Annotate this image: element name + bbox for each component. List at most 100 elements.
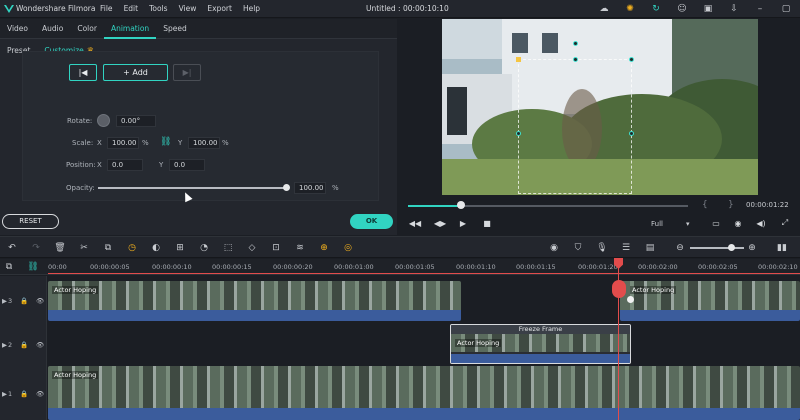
menu-file[interactable]: File (100, 4, 113, 13)
duration-icon[interactable]: ◔ (198, 242, 210, 254)
title-bar: Wondershare Filmora File Edit Tools View… (0, 0, 800, 18)
mark-out-icon[interactable]: } (728, 200, 734, 210)
sync-icon[interactable]: ↻ (650, 3, 662, 15)
track-video-icon: ▶ (2, 297, 7, 305)
clip-label: Actor Hoping (52, 286, 99, 294)
link-icon[interactable]: ⛓ (160, 137, 171, 147)
split-screen-icon[interactable]: ⊕ (318, 242, 330, 254)
chevron-down-icon[interactable]: ▾ (686, 220, 690, 228)
transform-handle-right[interactable] (629, 131, 634, 136)
track-number: 2 (8, 341, 13, 349)
account-icon[interactable]: ☺ (676, 3, 688, 15)
menu-view[interactable]: View (179, 4, 197, 13)
transform-handle-top[interactable] (573, 57, 578, 62)
mask-icon[interactable]: ⊡ (270, 242, 282, 254)
transform-handle-top-right[interactable] (629, 57, 634, 62)
crop-icon[interactable]: ⧉ (102, 242, 114, 254)
audio-wave-icon[interactable]: ≋ (294, 242, 306, 254)
rotate-input[interactable]: 0.00° (116, 115, 156, 127)
download-icon[interactable]: ⇩ (728, 3, 740, 15)
lock-icon[interactable]: 🔒 (20, 297, 28, 305)
video-clip-track3-a[interactable]: Actor Hoping (48, 281, 461, 321)
delete-icon[interactable]: 🗑 (54, 242, 66, 254)
transform-handle-top-left[interactable] (516, 57, 521, 62)
eye-icon[interactable]: 👁 (36, 341, 44, 349)
menu-tools[interactable]: Tools (149, 4, 167, 13)
subtitle-icon[interactable]: ▤ (644, 242, 656, 254)
tab-video[interactable]: Video (0, 19, 35, 39)
split-marker-icon[interactable] (612, 280, 626, 298)
opacity-label: Opacity: (66, 184, 95, 192)
menu-edit[interactable]: Edit (124, 4, 139, 13)
ruler-label: 00:00:02:05 (698, 263, 738, 271)
opacity-input[interactable]: 100.00 (294, 182, 326, 194)
tab-color[interactable]: Color (70, 19, 104, 39)
lock-icon[interactable]: 🔒 (20, 390, 28, 398)
freeze-frame-clip[interactable]: Freeze Frame Actor Hoping (450, 324, 631, 364)
opacity-slider-thumb[interactable] (283, 184, 290, 191)
zoom-slider-track[interactable] (690, 247, 744, 249)
opacity-slider-track[interactable] (98, 187, 286, 189)
menu-export[interactable]: Export (207, 4, 232, 13)
menu-help[interactable]: Help (243, 4, 260, 13)
bulb-icon[interactable]: ✺ (624, 3, 636, 15)
ok-button[interactable]: OK (350, 214, 393, 229)
transform-bounding-box[interactable] (518, 59, 632, 194)
mic-icon[interactable]: 🎙 (596, 242, 608, 254)
cloud-icon[interactable]: ☁ (598, 3, 610, 15)
step-back-icon[interactable]: ◀◀ (409, 218, 421, 228)
play-reverse-icon[interactable]: ◀▶ (434, 218, 446, 228)
monitor-icon[interactable]: ▭ (711, 218, 721, 228)
redo-icon[interactable]: ↷ (30, 242, 42, 254)
rotate-knob[interactable] (97, 114, 110, 127)
zoom-in-icon[interactable]: ⊕ (746, 242, 758, 254)
zoom-select[interactable]: Full (651, 220, 663, 228)
voiceover-list-icon[interactable]: ☰ (620, 242, 632, 254)
cut-icon[interactable]: ✂ (78, 242, 90, 254)
ruler-label: 00:00:01:10 (456, 263, 496, 271)
eye-icon[interactable]: 👁 (36, 390, 44, 398)
position-y-input[interactable]: 0.0 (169, 159, 205, 171)
next-keyframe-button[interactable]: ▶| (173, 64, 201, 81)
rotate-handle[interactable] (573, 41, 578, 46)
undo-icon[interactable]: ↶ (6, 242, 18, 254)
tab-animation[interactable]: Animation (103, 19, 157, 39)
eye-icon[interactable]: 👁 (36, 297, 44, 305)
panel-toggle-icon[interactable]: ▮▮ (776, 242, 788, 254)
zoom-out-icon[interactable]: ⊖ (674, 242, 686, 254)
transform-handle-left[interactable] (516, 131, 521, 136)
video-clip-track1[interactable]: Actor Hoping (48, 366, 800, 420)
playback-progress-thumb[interactable] (457, 201, 465, 209)
color-icon[interactable]: ◐ (150, 242, 162, 254)
snap-link-icon[interactable]: ⛓ (27, 261, 39, 273)
lock-icon[interactable]: 🔒 (20, 341, 28, 349)
speed-icon[interactable]: ◷ (126, 242, 138, 254)
ai-icon[interactable]: ◎ (342, 242, 354, 254)
scale-x-input[interactable]: 100.00 (107, 137, 139, 149)
save-icon[interactable]: ▣ (702, 3, 714, 15)
minimize-icon[interactable]: – (754, 3, 766, 15)
play-icon[interactable]: ▶ (458, 218, 468, 228)
volume-icon[interactable]: ◀) (756, 218, 766, 228)
keyframe-icon[interactable]: ◇ (246, 242, 258, 254)
maximize-icon[interactable]: ▢ (780, 3, 792, 15)
zoom-slider-thumb[interactable] (728, 244, 735, 251)
tab-speed[interactable]: Speed (156, 19, 194, 39)
freeze-icon[interactable]: ⬚ (222, 242, 234, 254)
prev-keyframe-button[interactable]: |◀ (69, 64, 97, 81)
position-x-input[interactable]: 0.0 (107, 159, 143, 171)
fullscreen-icon[interactable]: ⤢ (780, 218, 790, 228)
tab-audio[interactable]: Audio (35, 19, 70, 39)
render-icon[interactable]: ◉ (548, 242, 560, 254)
mark-in-icon[interactable]: { (702, 200, 708, 210)
snapshot-icon[interactable]: ◉ (733, 218, 743, 228)
scale-y-input[interactable]: 100.00 (188, 137, 220, 149)
add-keyframe-button[interactable]: + Add (103, 64, 168, 81)
stop-icon[interactable]: ■ (482, 218, 492, 228)
stabilize-icon[interactable]: ⊞ (174, 242, 186, 254)
keyframe-dot[interactable] (627, 296, 634, 303)
marker-icon[interactable]: ⛉ (572, 242, 584, 254)
add-track-icon[interactable]: ⧉ (3, 261, 15, 273)
video-clip-track3-b[interactable]: Actor Hoping (620, 281, 800, 321)
reset-button[interactable]: RESET (2, 214, 59, 229)
